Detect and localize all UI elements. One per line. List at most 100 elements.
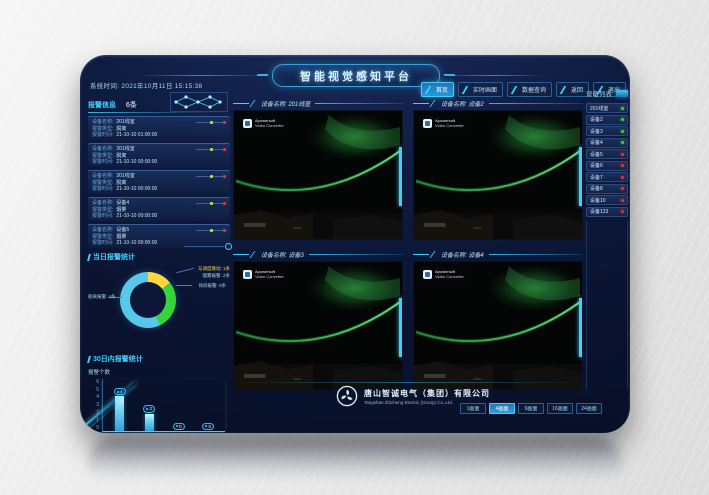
nav-button[interactable]: 返回 [556,82,589,97]
header-line [233,103,249,104]
slash-decoration-icon [462,86,473,94]
y-axis-tick: 3 [88,402,99,408]
alarm-card[interactable]: 设备名称:201线室 报警类型:脱离 报警时间:21-10-10 00:00:0… [88,143,230,167]
device-list-title: 设备列表 [586,88,612,98]
scrollbar[interactable] [579,147,582,206]
device-item[interactable]: 设备4 [586,138,628,148]
alarm-card[interactable]: 设备名称:设备4 报警类型:烟雾 报警时间:21-10-10 00:00:00 [88,197,230,221]
screen-count-button[interactable]: 1画面 [460,403,486,414]
green-marker-icon [210,121,213,124]
header-line [309,254,403,255]
scrollbar[interactable] [399,147,402,206]
device-item[interactable]: 设备10 [586,195,628,205]
bar-value-badge: 0 [202,423,214,431]
panel-reflection [88,437,622,489]
alarm-card[interactable]: 设备名称:201线室 报警类型:脱离 报警时间:21-10-10 00:00:0… [88,170,230,194]
status-dot-icon [621,153,624,156]
scrollbar[interactable] [399,298,402,357]
video-feed[interactable]: Apowersoft Video Converter [413,110,583,240]
device-item[interactable]: 设备6 [586,161,628,171]
device-item[interactable]: 设备5 [586,149,628,159]
bar [145,414,154,431]
alarm-header-underline [88,112,230,113]
status-dot-icon [621,199,624,202]
device-field-label: 设备名称: [92,173,113,180]
device-list-tab[interactable] [616,90,628,97]
video-panel[interactable]: 设备名称: 设备2 [413,97,583,240]
video-panel-header: 设备名称: 设备2 [413,97,583,109]
header-line [413,103,429,104]
video-panel[interactable]: 设备名称: 设备4 [413,248,583,391]
y-axis-label: 报警个数 [88,368,230,376]
nav-button[interactable]: 数据查询 [507,82,552,97]
alarm-level-indicator [196,175,226,178]
alarm-header: 报警信息 6条 [88,99,230,111]
video-panel[interactable]: 设备名称: 201线室 [233,97,403,240]
watermark: Apowersoft Video Converter [239,267,288,281]
dashboard-panel: 系统时间: 2021年10月11日 15:15:38 智能视觉感知平台 首页 实… [80,55,630,433]
alarm-level-indicator [196,229,226,232]
video-feed[interactable]: Apowersoft Video Converter [233,261,403,391]
screen-count-button[interactable]: 16画面 [547,403,573,414]
screen-count-label: 4画面 [496,405,509,412]
circuit-decoration [184,246,224,247]
scrollbar[interactable] [579,298,582,357]
status-dot-icon [621,130,624,133]
apowersoft-icon [243,119,252,128]
screen-count-label: 1画面 [467,405,480,412]
red-marker-icon [223,121,226,124]
alarm-sidebar: 报警信息 6条 [88,99,230,432]
device-item[interactable]: 201线室 [586,103,628,113]
y-axis-tick: 4 [88,394,99,400]
plot-area: 4脱离 2烟雾 0倾斜 0与调度联动 [102,379,225,432]
alarm-type: 脱离 [116,180,126,187]
screen-count-button[interactable]: 9画面 [518,403,544,414]
screen-count-button[interactable]: 24画面 [576,403,602,414]
device-name: 201线室 [116,119,134,126]
device-item-name: 设备2 [590,116,603,123]
time-field-label: 报警时间: [92,240,113,247]
bar-column: 0倾斜 [173,379,185,431]
slash-decoration-icon [511,86,522,94]
bar-column: 0与调度联动 [202,379,214,431]
device-item[interactable]: 设备3 [586,126,628,136]
desktop-background: 系统时间: 2021年10月11日 15:15:38 智能视觉感知平台 首页 实… [0,0,709,495]
alarm-card[interactable]: 设备名称:201线室 报警类型:脱离 报警时间:21-10-10 01:00:0… [88,116,230,140]
red-marker-icon [223,148,226,151]
nav-button[interactable]: 实时画面 [458,82,503,97]
status-dot-icon [621,164,624,167]
slash-decoration-icon [425,86,436,94]
device-item-name: 设备5 [590,151,603,158]
watermark: Apowersoft Video Converter [419,267,468,281]
video-panel[interactable]: 设备名称: 设备3 [233,248,403,391]
slash-decoration-icon [250,100,261,107]
screen-count-label: 24画面 [581,405,597,412]
alarm-time: 21-10-10 00:00:00 [116,186,157,193]
device-item[interactable]: 设备123 [586,207,628,217]
device-item[interactable]: 设备8 [586,184,628,194]
screen-count-label: 16画面 [552,405,568,412]
bars: 4脱离 2烟雾 0倾斜 0与调度联动 [103,379,225,431]
system-time: 系统时间: 2021年10月11日 15:15:38 [90,80,202,90]
screen-count-button[interactable]: 4画面 [489,403,515,414]
alarm-card[interactable]: 设备名称:设备5 报警类型:烟雾 报警时间:21-10-10 00:00:00 [88,224,230,248]
donut-legend-smoke: 烟雾报警: 2条 [202,273,230,279]
donut-legend-dispatch: 与调度联动: 1条 [198,266,230,272]
alarm-level-indicator [196,202,226,205]
header-divider-left [136,75,268,76]
video-feed[interactable]: Apowersoft Video Converter [413,261,583,391]
nav-button-label: 首页 [436,85,448,94]
device-item-name: 设备4 [590,139,603,146]
status-dot-icon [621,210,624,213]
device-item[interactable]: 设备7 [586,172,628,182]
y-axis-tick: 6 [88,379,99,385]
bar-column: 2烟雾 [143,379,155,431]
device-field-label: 设备名称: [92,146,113,153]
device-field-label: 设备名称: [92,227,113,234]
video-feed[interactable]: Apowersoft Video Converter [233,110,403,240]
device-item[interactable]: 设备2 [586,115,628,125]
device-list: 201线室 设备2 设备3 设备4 [586,103,628,217]
y-axis-tick: 5 [88,387,99,393]
apowersoft-icon [423,270,432,279]
nav-button[interactable]: 首页 [421,82,454,97]
